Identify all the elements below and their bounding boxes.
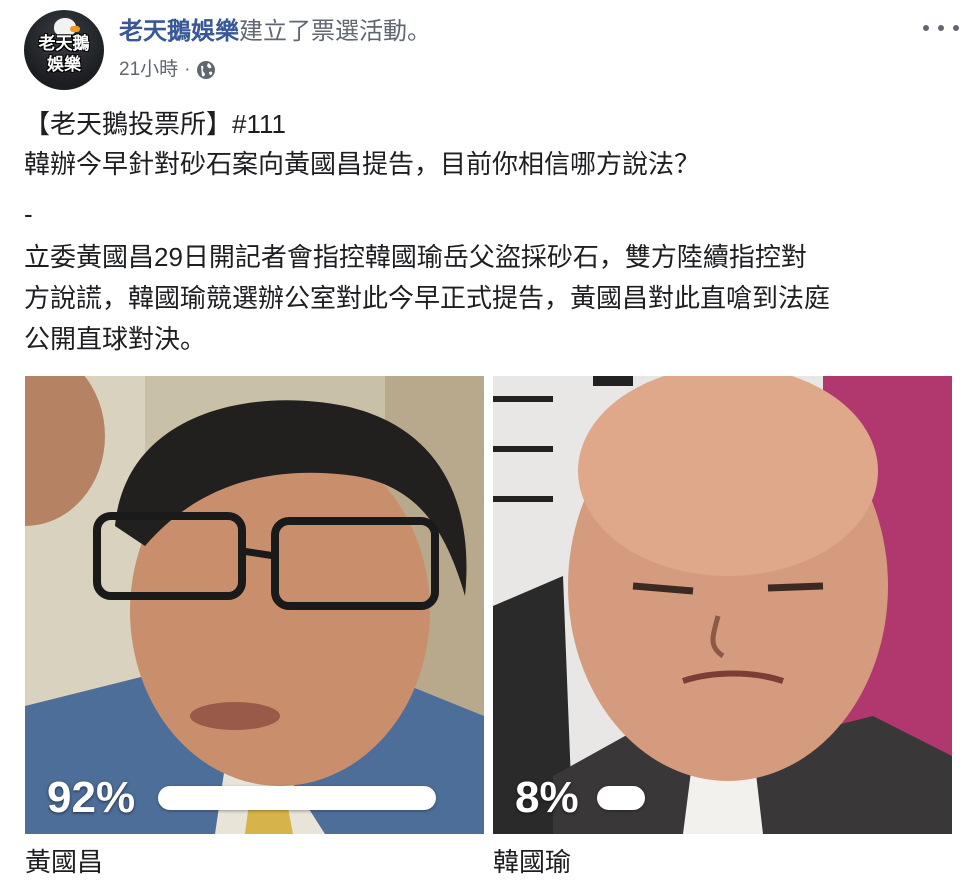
more-dot xyxy=(938,25,944,31)
post-action-text: 建立了票選活動。 xyxy=(239,18,431,45)
post-meta: 21小時 · xyxy=(119,58,216,82)
post-text-line: 韓辦今早針對砂石案向黃國昌提告，目前你相信哪方說法？ xyxy=(24,149,701,179)
post-text-line: 立委黃國昌29日開記者會指控韓國瑜岳父盜採砂石，雙方陸續指控對 xyxy=(24,242,807,272)
more-dot xyxy=(923,25,929,31)
more-options-icon[interactable] xyxy=(923,18,959,38)
author-line: 老天鵝娛樂建立了票選活動。 xyxy=(119,17,431,47)
post-text-line: 方說謊，韓國瑜競選辦公室對此今早正式提告，黃國昌對此直嗆到法庭 xyxy=(24,283,831,313)
option-photo xyxy=(493,376,952,834)
page-avatar[interactable]: 老天鵝 娛樂 xyxy=(24,10,104,90)
goose-beak xyxy=(70,26,80,32)
vote-bar-track xyxy=(158,786,436,810)
post-text-dash: - xyxy=(24,199,33,229)
more-dot xyxy=(953,25,959,31)
post-text-line: 【老天鵝投票所】#111 xyxy=(24,109,286,139)
post-header: 老天鵝 娛樂 老天鵝娛樂建立了票選活動。 21小時 · xyxy=(24,10,959,90)
author-name-link[interactable]: 老天鵝娛樂 xyxy=(119,18,239,45)
option-percentage: 92% xyxy=(47,773,136,822)
poll-option-2[interactable]: 8% xyxy=(493,376,952,834)
poll-option-label[interactable]: 韓國瑜 xyxy=(493,846,571,878)
post-text-line: 公開直球對決。 xyxy=(24,324,207,354)
meta-separator: · xyxy=(184,59,191,80)
poll-option-1[interactable]: 92% xyxy=(25,376,484,834)
post-timestamp[interactable]: 21小時 xyxy=(119,58,178,82)
vote-bar-fill xyxy=(597,786,645,810)
poll-option-label[interactable]: 黃國昌 xyxy=(25,846,103,878)
option-photo xyxy=(25,376,484,834)
globe-icon[interactable] xyxy=(196,60,216,80)
option-percentage: 8% xyxy=(515,773,579,822)
vote-bar-track xyxy=(597,786,875,810)
avatar-logo-text: 老天鵝 娛樂 xyxy=(38,34,90,75)
vote-bar-fill xyxy=(158,786,436,810)
